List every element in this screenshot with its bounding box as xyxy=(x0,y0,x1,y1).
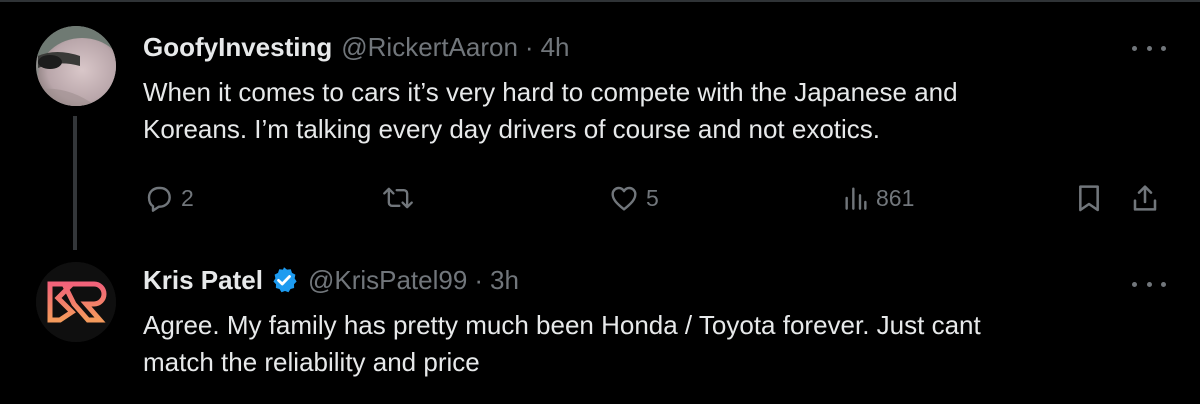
timestamp[interactable]: 3h xyxy=(490,265,519,296)
views-button[interactable]: 861 xyxy=(842,180,914,216)
tweet-text-line: Agree. My family has pretty much been Ho… xyxy=(143,310,981,340)
user-handle[interactable]: @RickertAaron xyxy=(341,32,518,63)
tweet-text-line: When it comes to cars it’s very hard to … xyxy=(143,77,958,107)
tweet-actions-bar: 2 5 861 xyxy=(0,180,1200,216)
avatar-kris-patel[interactable] xyxy=(36,262,116,342)
tweet-header: GoofyInvesting @RickertAaron · 4h xyxy=(143,29,570,65)
display-name[interactable]: Kris Patel xyxy=(143,265,263,296)
repost-arrows-icon xyxy=(383,187,413,209)
like-count: 5 xyxy=(646,184,659,211)
bookmark-button[interactable] xyxy=(1074,180,1104,216)
tweet-text-line: match the reliability and price xyxy=(143,347,480,377)
bookmark-icon xyxy=(1079,185,1099,212)
tweet-text-line: Koreans. I’m talking every day drivers o… xyxy=(143,114,881,144)
tweet-header: Kris Patel @KrisPatel99 · 3h xyxy=(143,262,519,298)
repost-button[interactable] xyxy=(381,180,421,216)
like-button[interactable]: 5 xyxy=(608,180,659,216)
user-handle[interactable]: @KrisPatel99 xyxy=(308,265,467,296)
more-options-button[interactable] xyxy=(1132,38,1166,58)
tweet-text: When it comes to cars it’s very hard to … xyxy=(143,74,1163,148)
separator-dot: · xyxy=(524,31,534,62)
bar-chart-icon xyxy=(845,187,867,210)
more-options-button[interactable] xyxy=(1132,274,1166,294)
kp-logo-icon xyxy=(36,262,116,342)
more-dots-icon xyxy=(1132,45,1137,51)
share-button[interactable] xyxy=(1130,180,1160,216)
reply-button[interactable]: 2 xyxy=(143,180,194,216)
reply-count: 2 xyxy=(181,184,194,211)
tweet-kris-patel[interactable]: Kris Patel @KrisPatel99 · 3h Agree. My f… xyxy=(0,250,1200,404)
avatar-goofyinvesting[interactable] xyxy=(36,26,116,106)
verified-badge-icon[interactable] xyxy=(269,265,299,295)
view-count: 861 xyxy=(876,184,915,211)
separator-dot: · xyxy=(474,264,483,295)
display-name[interactable]: GoofyInvesting xyxy=(143,32,332,63)
speech-bubble-icon xyxy=(147,186,171,212)
avatar-photo xyxy=(36,26,116,106)
timestamp[interactable]: 4h xyxy=(541,32,570,63)
tweet-goofyinvesting[interactable]: GoofyInvesting @RickertAaron · 4h When i… xyxy=(0,0,1200,250)
heart-icon xyxy=(611,186,637,211)
tweet-text: Agree. My family has pretty much been Ho… xyxy=(143,307,1163,381)
more-dots-icon xyxy=(1132,281,1137,287)
share-upload-icon xyxy=(1133,185,1157,211)
